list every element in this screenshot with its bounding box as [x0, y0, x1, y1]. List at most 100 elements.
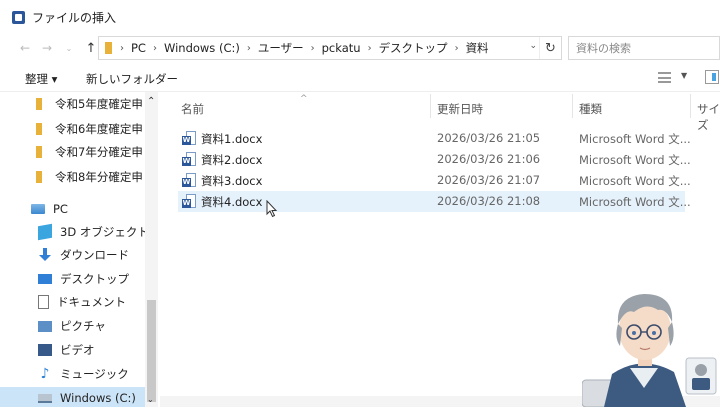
file-name: 資料3.docx [201, 174, 263, 188]
nav-item-documents[interactable]: ドキュメント [0, 291, 145, 313]
nav-item-music[interactable]: ♪ ミュージック [0, 363, 145, 385]
mouse-cursor-icon [266, 200, 278, 218]
organize-button[interactable]: 整理 ▾ [25, 71, 57, 87]
chevron-right-icon[interactable]: › [368, 43, 372, 54]
download-icon [38, 248, 52, 262]
folder-icon [36, 171, 42, 183]
breadcrumb-drive[interactable]: Windows (C:) [164, 41, 240, 55]
file-name: 資料2.docx [201, 153, 263, 167]
sort-ascending-icon: ^ [300, 94, 308, 104]
breadcrumb-current[interactable]: 資料 [466, 40, 489, 56]
command-bar: 整理 ▾ 新しいフォルダー ▼ [0, 64, 720, 92]
picture-icon [38, 320, 52, 332]
nav-item-folder-r8[interactable]: 令和8年分確定申 [0, 166, 145, 188]
column-header-name[interactable]: 名前 [181, 101, 204, 117]
nav-item-drive-c[interactable]: Windows (C:) [0, 387, 145, 407]
file-name: 資料4.docx [201, 195, 263, 209]
file-date: 2026/03/26 21:05 [437, 131, 541, 145]
mascot-illustration [582, 294, 717, 407]
column-divider[interactable] [690, 94, 691, 118]
file-date: 2026/03/26 21:08 [437, 194, 541, 208]
chevron-down-icon[interactable]: ⌄ [529, 41, 537, 51]
nav-item-desktop[interactable]: デスクトップ [0, 268, 145, 290]
scroll-up-icon[interactable]: ⌃ [147, 96, 155, 107]
file-type: Microsoft Word 文... [579, 174, 691, 188]
nav-item-videos[interactable]: ビデオ [0, 339, 145, 361]
title-bar: ファイルの挿入 [0, 0, 720, 34]
new-folder-button[interactable]: 新しいフォルダー [86, 71, 178, 87]
file-type: Microsoft Word 文... [579, 195, 691, 209]
breadcrumb-users[interactable]: ユーザー [258, 40, 304, 56]
nav-item-label: 令和7年分確定申 [55, 145, 143, 159]
nav-scrollbar-thumb[interactable] [147, 300, 156, 402]
column-divider[interactable] [430, 94, 431, 118]
desktop-icon [38, 274, 52, 284]
word-document-icon: W [182, 194, 196, 209]
nav-item-label: ミュージック [60, 367, 129, 381]
nav-item-pictures[interactable]: ピクチャ [0, 315, 145, 337]
column-header-date[interactable]: 更新日時 [437, 101, 483, 117]
file-row[interactable]: W 資料2.docx 2026/03/26 21:06 Microsoft Wo… [178, 149, 691, 170]
column-header-size[interactable]: サイズ [697, 101, 720, 133]
file-date: 2026/03/26 21:07 [437, 173, 541, 187]
nav-item-label: Windows (C:) [60, 391, 136, 405]
column-header-type[interactable]: 種類 [579, 101, 602, 117]
file-row[interactable]: W 資料1.docx 2026/03/26 21:05 Microsoft Wo… [178, 128, 691, 149]
nav-item-label: ドキュメント [57, 295, 126, 309]
nav-item-label: 3D オブジェクト [60, 225, 145, 239]
search-input[interactable]: 資料の検索 [568, 36, 720, 60]
nav-item-pc[interactable]: PC [0, 198, 145, 220]
forward-arrow-icon[interactable]: → [36, 37, 58, 59]
nav-item-label: ビデオ [60, 343, 95, 357]
chevron-right-icon[interactable]: › [153, 43, 157, 54]
pc-icon [31, 204, 45, 214]
address-bar[interactable]: › PC › Windows (C:) › ユーザー › pckatu › デス… [98, 36, 562, 60]
chevron-right-icon[interactable]: › [120, 43, 124, 54]
chevron-down-icon[interactable]: ▼ [681, 71, 687, 80]
address-row: ← → ⌄ ↑ › PC › Windows (C:) › ユーザー › pck… [0, 34, 720, 62]
file-type: Microsoft Word 文... [579, 153, 691, 167]
file-name: 資料1.docx [201, 132, 263, 146]
chevron-right-icon[interactable]: › [311, 43, 315, 54]
nav-item-downloads[interactable]: ダウンロード [0, 244, 145, 266]
chevron-right-icon[interactable]: › [247, 43, 251, 54]
column-divider[interactable] [572, 94, 573, 118]
word-document-icon: W [182, 173, 196, 188]
nav-item-folder-r5[interactable]: 令和5年度確定申 [0, 93, 145, 115]
nav-item-label: 令和8年分確定申 [55, 170, 143, 184]
nav-item-folder-r7[interactable]: 令和7年分確定申 [0, 141, 145, 163]
drive-icon [38, 393, 52, 403]
nav-item-label: PC [53, 202, 68, 216]
recent-dropdown-icon[interactable]: ⌄ [58, 37, 80, 59]
folder-icon [36, 98, 42, 110]
breadcrumb-pc[interactable]: PC [131, 41, 146, 55]
file-date: 2026/03/26 21:06 [437, 152, 541, 166]
nav-item-3d-objects[interactable]: 3D オブジェクト [0, 221, 145, 243]
preview-pane-icon[interactable] [705, 70, 719, 84]
video-icon [38, 344, 52, 356]
refresh-icon[interactable]: ↻ [539, 37, 561, 59]
folder-icon [36, 146, 42, 158]
nav-item-label: 令和5年度確定申 [55, 97, 143, 111]
breadcrumb-desktop[interactable]: デスクトップ [379, 40, 448, 56]
breadcrumb-user[interactable]: pckatu [322, 41, 361, 55]
word-document-icon: W [182, 152, 196, 167]
nav-scrollbar[interactable] [145, 92, 158, 407]
back-arrow-icon[interactable]: ← [14, 37, 36, 59]
nav-item-label: ピクチャ [60, 319, 106, 333]
word-app-icon [12, 10, 25, 24]
navigation-pane: 令和5年度確定申 令和6年度確定申 令和7年分確定申 令和8年分確定申 PC 3… [0, 92, 160, 407]
nav-item-label: デスクトップ [60, 272, 129, 286]
folder-icon [36, 123, 42, 135]
file-row-hovered[interactable]: W 資料4.docx 2026/03/26 21:08 Microsoft Wo… [178, 191, 691, 212]
scroll-down-icon[interactable]: ⌄ [147, 395, 154, 404]
file-type: Microsoft Word 文... [579, 132, 691, 146]
file-row[interactable]: W 資料3.docx 2026/03/26 21:07 Microsoft Wo… [178, 170, 691, 191]
nav-item-label: 令和6年度確定申 [55, 122, 143, 136]
folder-icon [105, 42, 112, 54]
document-icon [38, 295, 49, 309]
nav-item-folder-r6[interactable]: 令和6年度確定申 [0, 118, 145, 140]
3d-objects-icon [38, 223, 52, 241]
view-options-icon[interactable] [658, 72, 671, 83]
chevron-right-icon[interactable]: › [455, 43, 459, 54]
